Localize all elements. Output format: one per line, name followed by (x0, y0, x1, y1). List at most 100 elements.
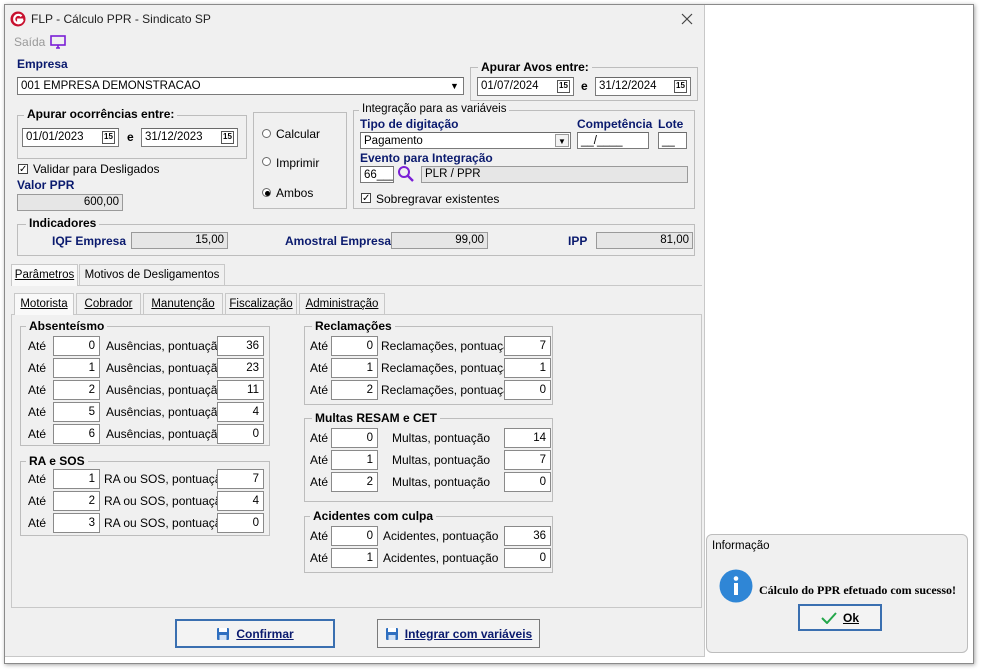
chevron-down-icon[interactable]: ▼ (447, 79, 462, 93)
ocorrencias-label: Apurar ocorrências entre: (24, 107, 178, 121)
pontuacao-value-field[interactable]: 0 (504, 548, 551, 568)
pontuacao-value-field[interactable]: 14 (504, 428, 551, 448)
competencia-field[interactable]: __/____ (577, 132, 649, 149)
tipo-select[interactable]: Pagamento (360, 132, 571, 149)
ate-value-field[interactable]: 2 (331, 380, 378, 400)
pontuacao-value-field[interactable]: 36 (217, 336, 264, 356)
ate-label: Até (310, 453, 329, 467)
ate-label: Até (310, 551, 329, 565)
calendar-icon[interactable]: 15 (221, 131, 234, 144)
ate-label: Até (28, 361, 47, 375)
ate-value-field[interactable]: 1 (53, 469, 100, 489)
ate-label: Até (28, 383, 47, 397)
ate-value-field[interactable]: 0 (331, 336, 378, 356)
pontuacao-label: RA ou SOS, pontuação (104, 516, 229, 530)
info-title: Informação (712, 540, 770, 552)
ate-value-field[interactable]: 1 (331, 450, 378, 470)
ate-value-field[interactable]: 5 (53, 402, 100, 422)
validar-checkbox[interactable]: ✓ (18, 164, 28, 175)
ra-sos-title: RA e SOS (26, 454, 88, 468)
pontuacao-value-field[interactable]: 0 (504, 380, 551, 400)
ate-value-field[interactable]: 2 (53, 491, 100, 511)
integrar-label: Integrar com variáveis (404, 626, 533, 641)
radio-ambos[interactable] (262, 188, 271, 197)
iqf-field: 15,00 (131, 232, 228, 249)
pontuacao-value-field[interactable]: 4 (217, 491, 264, 511)
sobregravar-checkbox[interactable]: ✓ (361, 193, 371, 204)
ate-label: Até (310, 529, 329, 543)
floppy-icon (217, 627, 230, 640)
radio-imprimir-label: Imprimir (276, 156, 320, 170)
ate-value-field[interactable]: 0 (53, 336, 100, 356)
ipp-label: IPP (568, 234, 588, 248)
pontuacao-value-field[interactable]: 1 (504, 358, 551, 378)
calendar-icon[interactable]: 15 (557, 80, 570, 93)
ate-value-field[interactable]: 1 (53, 358, 100, 378)
chevron-down-icon[interactable]: ▼ (555, 134, 569, 147)
ate-label: Até (310, 475, 329, 489)
pontuacao-value-field[interactable]: 7 (504, 450, 551, 470)
tab-motivos-desligamentos[interactable]: Motivos de Desligamentos (79, 264, 225, 285)
checkmark-icon (821, 611, 837, 624)
ate-value-field[interactable]: 0 (331, 526, 378, 546)
ate-value-field[interactable]: 1 (331, 548, 378, 568)
pontuacao-value-field[interactable]: 0 (217, 424, 264, 444)
tab-manutencao[interactable]: Manutenção (143, 293, 223, 314)
app-logo-icon (10, 11, 26, 27)
valor-ppr-label: Valor PPR (17, 178, 75, 192)
ate-value-field[interactable]: 2 (53, 380, 100, 400)
tab-administracao[interactable]: Administração (299, 293, 385, 314)
pontuacao-label: Multas, pontuação (392, 475, 491, 489)
lote-field[interactable]: __ (658, 132, 687, 149)
saida-button[interactable]: Saída (14, 35, 45, 49)
pontuacao-label: Reclamações, pontuação (381, 361, 517, 375)
ate-value-field[interactable]: 3 (53, 513, 100, 533)
pontuacao-value-field[interactable]: 0 (504, 472, 551, 492)
calendar-icon[interactable]: 15 (102, 131, 115, 144)
ate-label: Até (28, 427, 47, 441)
pontuacao-value-field[interactable]: 7 (504, 336, 551, 356)
reclamacoes-title: Reclamações (312, 319, 395, 333)
pontuacao-value-field[interactable]: 23 (217, 358, 264, 378)
pontuacao-label: Multas, pontuação (392, 431, 491, 445)
integrar-button[interactable]: Integrar com variáveis (377, 619, 540, 648)
pontuacao-value-field[interactable]: 7 (217, 469, 264, 489)
tab-motorista[interactable]: Motorista (14, 293, 74, 315)
empresa-value: 001 EMPRESA DEMONSTRACAO (21, 80, 201, 92)
ate-label: Até (310, 361, 329, 375)
evento-code-field[interactable]: 66___ (360, 166, 394, 183)
radio-imprimir[interactable] (262, 157, 271, 166)
pontuacao-label: Ausências, pontuação (106, 339, 225, 353)
empresa-label: Empresa (17, 57, 68, 71)
close-icon[interactable] (681, 13, 693, 25)
ate-value-field[interactable]: 6 (53, 424, 100, 444)
search-icon[interactable] (397, 165, 415, 183)
empresa-select[interactable]: 001 EMPRESA DEMONSTRACAO (17, 77, 464, 95)
monitor-icon[interactable] (50, 35, 66, 49)
sobregravar-label: Sobregravar existentes (376, 192, 500, 206)
ocorrencias-end-value: 31/12/2023 (145, 131, 203, 143)
ate-value-field[interactable]: 2 (331, 472, 378, 492)
ate-value-field[interactable]: 1 (331, 358, 378, 378)
ipp-field: 81,00 (596, 232, 693, 249)
tab-parametros[interactable]: Parâmetros (11, 264, 78, 286)
ate-label: Até (28, 405, 47, 419)
ate-value-field[interactable]: 0 (331, 428, 378, 448)
pontuacao-label: Acidentes, pontuação (383, 529, 499, 543)
confirmar-button[interactable]: Confirmar (175, 619, 335, 648)
pontuacao-value-field[interactable]: 0 (217, 513, 264, 533)
ok-button[interactable]: Ok (798, 604, 882, 631)
tab-fiscalizacao[interactable]: Fiscalização (225, 293, 297, 314)
radio-calcular[interactable] (262, 129, 271, 138)
lote-label: Lote (658, 117, 684, 131)
pontuacao-value-field[interactable]: 4 (217, 402, 264, 422)
tab-cobrador[interactable]: Cobrador (76, 293, 141, 314)
pontuacao-label: Reclamações, pontuação (381, 339, 517, 353)
pontuacao-value-field[interactable]: 36 (504, 526, 551, 546)
ocorrencias-start-value: 01/01/2023 (26, 131, 84, 143)
confirmar-label: Confirmar (236, 626, 294, 641)
pontuacao-value-field[interactable]: 11 (217, 380, 264, 400)
calendar-icon[interactable]: 15 (674, 80, 687, 93)
evento-label: Evento para Integração (360, 151, 493, 165)
tabs-line (11, 285, 702, 286)
